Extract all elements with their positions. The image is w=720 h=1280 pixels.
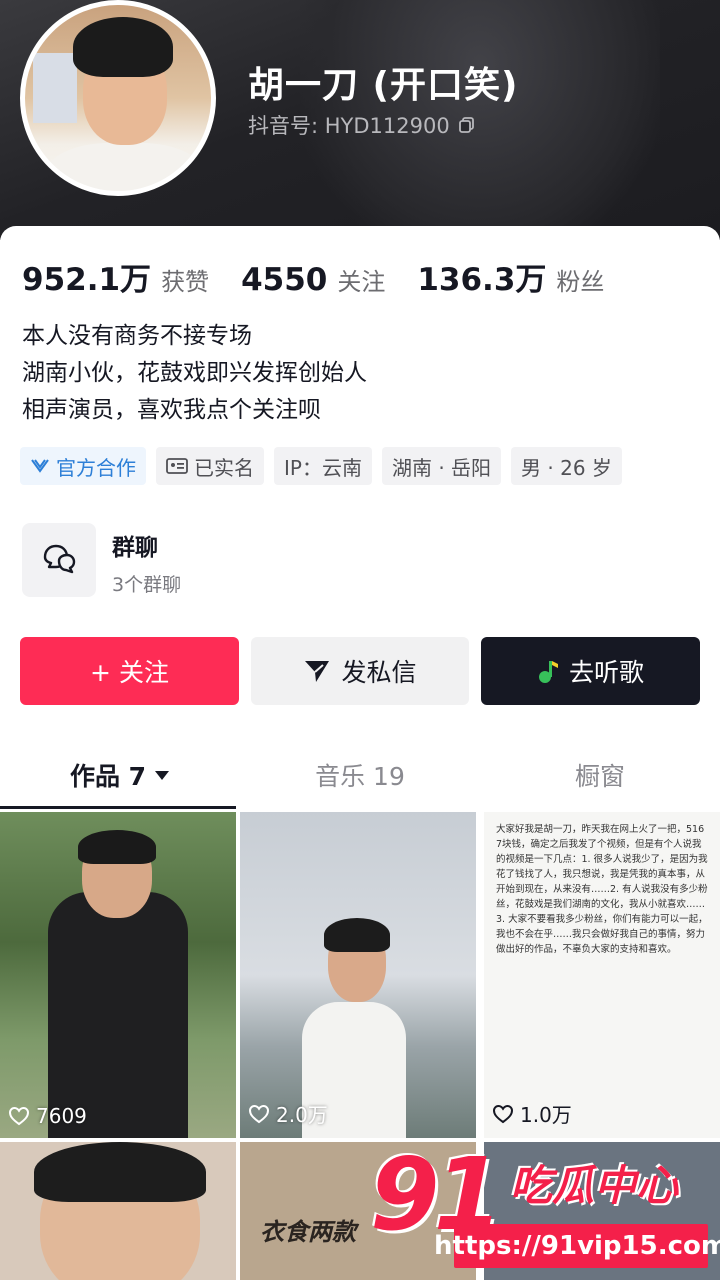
tag-label: 男 · 26 岁	[521, 455, 612, 480]
active-tab-indicator	[0, 806, 236, 809]
site-watermark: 91 吃瓜中心 https://91vip15.com	[370, 1136, 720, 1274]
tab-music[interactable]: 音乐 19	[240, 745, 480, 805]
caret-down-icon	[155, 771, 170, 780]
heart-icon	[8, 1106, 30, 1126]
message-button-label: 发私信	[341, 658, 417, 687]
likes-label: 获赞	[161, 268, 210, 296]
video-thumbnail[interactable]	[0, 1142, 236, 1280]
follow-button-label: + 关注	[90, 658, 169, 687]
video-thumbnail[interactable]: 7609	[0, 812, 236, 1138]
thumbnail-person-hair	[34, 1142, 206, 1202]
avatar-shirt	[45, 143, 205, 191]
following-count[interactable]: 4550	[241, 262, 327, 298]
followers-label[interactable]: 粉丝	[556, 262, 604, 297]
watermark-name: 吃瓜中心	[510, 1161, 679, 1210]
tag-label: IP：云南	[284, 455, 362, 480]
tag-official-cooperation[interactable]: 官方合作	[20, 447, 146, 485]
tag-hometown: 湖南 · 岳阳	[381, 447, 502, 485]
listen-music-button-label: 去听歌	[568, 658, 644, 687]
video-like-count: 2.0万	[248, 1099, 328, 1128]
video-like-count: 1.0万	[492, 1099, 572, 1128]
tab-label: 作品 7	[69, 762, 147, 791]
group-chat-entry[interactable]	[22, 523, 96, 597]
listen-music-button[interactable]: 去听歌	[481, 637, 700, 705]
send-message-icon	[305, 661, 330, 682]
tab-works[interactable]: 作品 7	[0, 745, 240, 805]
douyin-id-text: 抖音号: HYD112900	[248, 114, 450, 138]
thumbnail-person	[48, 892, 188, 1138]
heart-icon	[492, 1104, 514, 1123]
following-label[interactable]: 关注	[337, 262, 385, 297]
tab-showcase[interactable]: 橱窗	[480, 745, 720, 805]
like-count-text: 7609	[36, 1104, 87, 1128]
followers-count[interactable]: 136.3万	[417, 254, 546, 299]
group-chat-icon	[43, 544, 76, 574]
bio-line: 相声演员，喜欢我点个关注呗	[22, 397, 321, 423]
avatar[interactable]	[20, 0, 216, 196]
thumbnail-person-hair	[78, 830, 156, 864]
copy-icon[interactable]	[458, 116, 476, 134]
profile-tags: 官方合作 已实名 IP：云南 湖南 · 岳阳 男 · 26 岁	[20, 447, 622, 485]
bio-line: 本人没有商务不接专场	[22, 323, 252, 349]
tag-label: 官方合作	[56, 455, 136, 480]
douyin-id-row[interactable]: 抖音号: HYD112900	[248, 110, 476, 140]
tab-label: 音乐 19	[315, 762, 405, 791]
thumbnail-text: 衣食两款	[260, 1217, 356, 1246]
avatar-hair	[73, 17, 173, 77]
profile-nickname: 胡一刀 (开口笑)	[248, 65, 519, 106]
like-count-text: 2.0万	[276, 1103, 328, 1127]
heart-icon	[248, 1104, 270, 1123]
video-thumbnail[interactable]: 2.0万	[240, 812, 476, 1138]
stats-row: 952.1万 获赞 4550 关注 136.3万 粉丝	[22, 254, 626, 299]
official-cooperation-icon	[31, 459, 49, 473]
video-like-count: 7609	[8, 1104, 87, 1128]
likes-count: 952.1万	[22, 262, 152, 298]
watermark-url: https://91vip15.com	[434, 1224, 720, 1268]
avatar-background-sign	[33, 53, 77, 123]
message-button[interactable]: 发私信	[251, 637, 469, 705]
group-chat-count: 3个群聊	[112, 574, 182, 596]
tag-ip-location: IP：云南	[274, 447, 372, 485]
tag-label: 已实名	[194, 455, 254, 480]
group-chat-title[interactable]: 群聊	[112, 528, 158, 562]
content-tabs: 作品 7 音乐 19 橱窗	[0, 745, 720, 805]
video-thumbnail[interactable]: 大家好我是胡一刀，昨天我在网上火了一把，5167块钱，确定之后我发了个视频，但是…	[484, 812, 720, 1138]
bio: 本人没有商务不接专场 湖南小伙，花鼓戏即兴发挥创始人 相声演员，喜欢我点个关注呗	[22, 318, 367, 429]
id-card-icon	[166, 458, 188, 474]
thumbnail-text: 大家好我是胡一刀，昨天我在网上火了一把，5167块钱，确定之后我发了个视频，但是…	[496, 824, 708, 955]
music-note-icon	[538, 661, 558, 683]
thumbnail-person-hair	[324, 918, 390, 952]
like-count-text: 1.0万	[520, 1103, 572, 1127]
tag-label: 湖南 · 岳阳	[391, 455, 492, 480]
tag-gender-age: 男 · 26 岁	[511, 447, 622, 485]
tab-label: 橱窗	[574, 762, 625, 791]
tag-verified-name: 已实名	[156, 447, 264, 485]
bio-line: 湖南小伙，花鼓戏即兴发挥创始人	[22, 360, 367, 386]
follow-button[interactable]: + 关注	[20, 637, 239, 705]
